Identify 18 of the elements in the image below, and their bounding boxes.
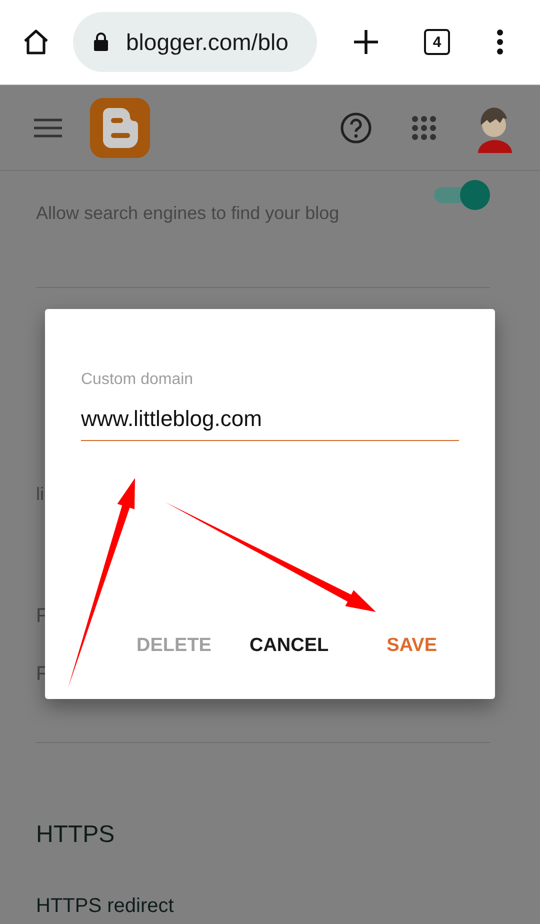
dialog-button[interactable]: CANCEL bbox=[241, 626, 337, 666]
setting-description: Allow search engines to find your blog bbox=[36, 202, 340, 225]
address-bar[interactable]: blogger.com/blo bbox=[73, 12, 317, 72]
help-icon[interactable] bbox=[340, 112, 372, 144]
domain-input-field[interactable]: Custom domain www.littleblog.com bbox=[81, 369, 459, 441]
home-icon[interactable] bbox=[22, 28, 50, 56]
new-tab-icon[interactable] bbox=[353, 29, 379, 55]
setting-label[interactable]: HTTPS redirect bbox=[36, 892, 490, 920]
tab-count[interactable]: 4 bbox=[424, 29, 450, 55]
url-text: blogger.com/blo bbox=[126, 28, 288, 56]
menu-icon[interactable] bbox=[34, 118, 62, 138]
more-menu-icon[interactable] bbox=[496, 29, 504, 55]
apps-grid-icon[interactable] bbox=[411, 114, 437, 140]
lock-icon bbox=[93, 32, 109, 52]
logo-icon[interactable] bbox=[90, 98, 150, 158]
section-heading: HTTPS bbox=[36, 820, 116, 850]
toggle-switch[interactable] bbox=[434, 180, 490, 210]
field-label: Custom domain bbox=[81, 370, 194, 390]
